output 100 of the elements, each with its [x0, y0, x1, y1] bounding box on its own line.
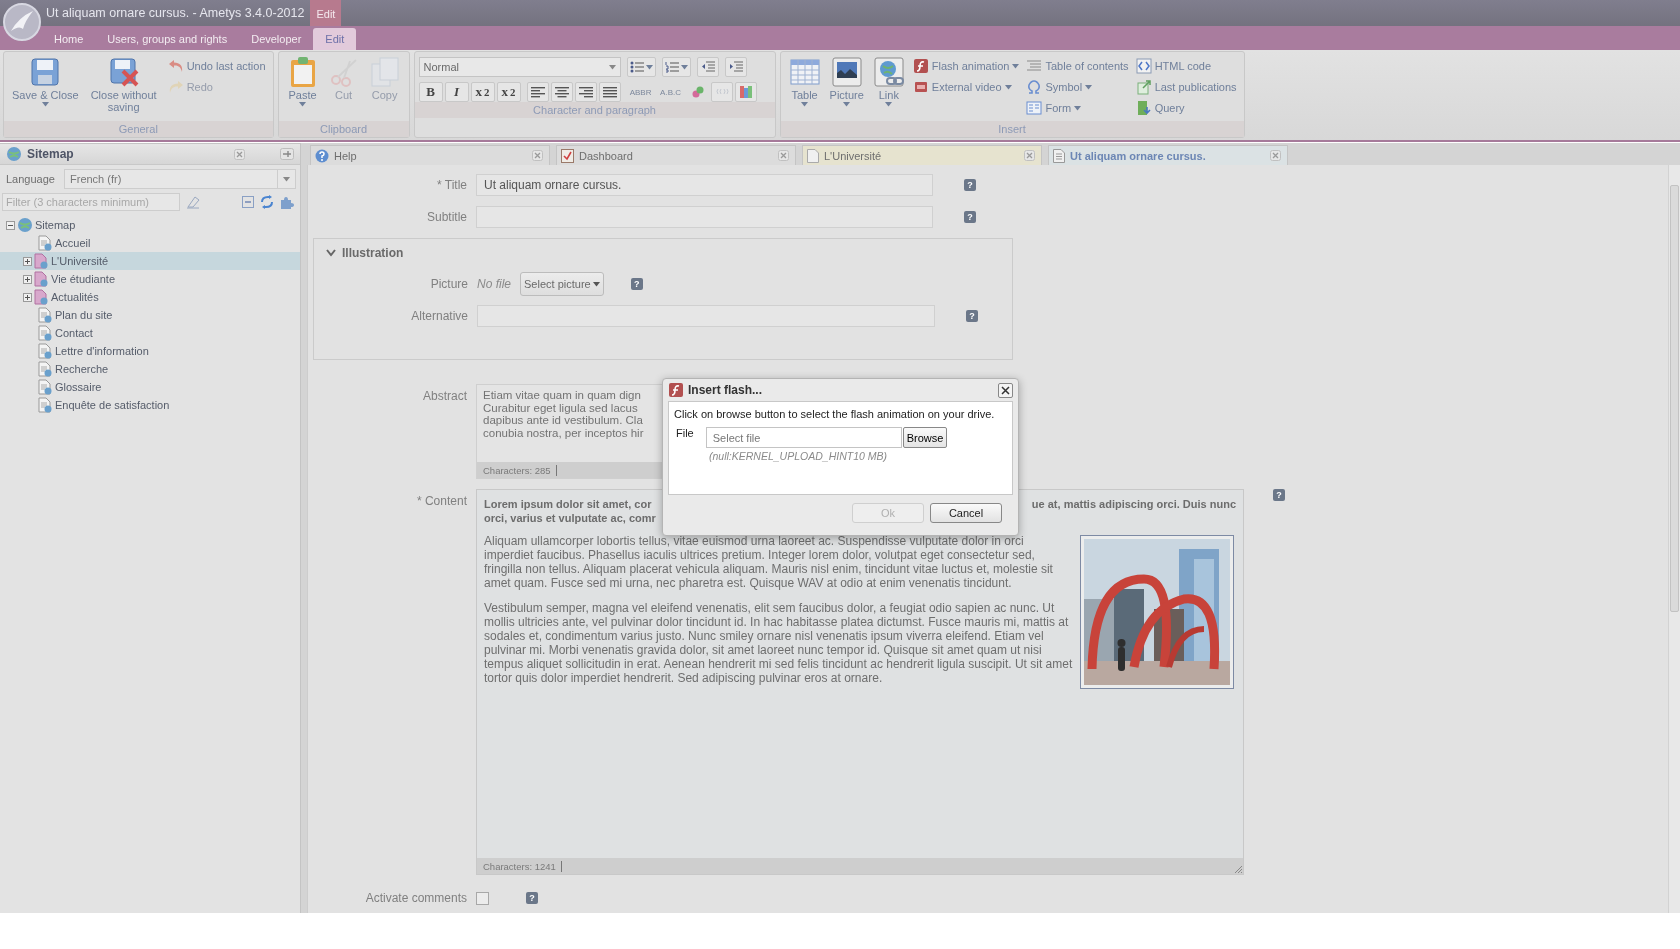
- form-icon: [1026, 100, 1043, 116]
- close-icon: [1024, 150, 1035, 161]
- tree-item[interactable]: Glossaire: [0, 378, 300, 396]
- page-icon: [38, 397, 53, 413]
- ribbon-button[interactable]: Table of contents: [1024, 56, 1131, 76]
- logo-icon: [3, 3, 41, 41]
- field-label: Subtitle: [426, 210, 467, 224]
- ribbon-button[interactable]: Close without saving: [84, 55, 163, 121]
- document-tab[interactable]: L'Université: [802, 145, 1042, 165]
- collapse-icon: [242, 196, 254, 208]
- align-left-button[interactable]: [526, 82, 549, 102]
- dialog-title: Insert flash...: [688, 383, 764, 397]
- align-right-icon: [578, 86, 593, 98]
- ribbon-button[interactable]: Paste: [283, 55, 322, 121]
- caret-icon: [283, 176, 290, 182]
- query-icon: [1135, 100, 1152, 116]
- scrollbar[interactable]: [1668, 165, 1680, 913]
- align-right-button[interactable]: [574, 82, 597, 102]
- language-select[interactable]: French (fr): [64, 169, 296, 189]
- ribbon-button[interactable]: Undo last action: [165, 56, 268, 76]
- film-icon: [912, 79, 929, 95]
- tree-item[interactable]: Recherche: [0, 360, 300, 378]
- tree-item[interactable]: Contact: [0, 324, 300, 342]
- character-counter: Characters: 1241: [483, 860, 562, 872]
- ribbon-button[interactable]: Table: [785, 55, 824, 121]
- ribbon-button[interactable]: Flash animation: [910, 56, 1022, 76]
- ribbon-button[interactable]: Query: [1133, 98, 1239, 118]
- dialog-button[interactable]: Cancel: [930, 503, 1002, 523]
- text-line: dapibus ante id vestibulum. Cla: [483, 414, 643, 427]
- document-tab[interactable]: Dashboard: [556, 145, 796, 165]
- tree-item[interactable]: L'Université: [0, 252, 300, 270]
- text-line: ue at, mattis adipiscing orci. Duis nunc: [1031, 497, 1236, 512]
- paragraph: Aliquam ullamcorper lobortis tellus, vitae euismod urna laoreet ac. Suspendisse vulputate dolor in orci imperdiet faucibus. Phasellus iaculis ultrices pretium. Integer lorem dolor, volutpat eget consectetur sed, fringilla non tellus. Aliquam placerat vehicula aliquam. Mauris nisl enim, tincidunt vitae luctus et, molestie sit amet quam. Fusce sed mi urna, nec pharetra est. Quisque WAV at odio at enim venenatis tincidunt.: [484, 534, 1054, 590]
- align-center-button[interactable]: [550, 82, 573, 102]
- ribbon-button[interactable]: External video: [910, 77, 1022, 97]
- resize-grip-icon: [1234, 865, 1243, 874]
- indent-button[interactable]: [724, 57, 747, 77]
- filter-field[interactable]: Filter (3 characters minimum): [2, 193, 180, 211]
- close-icon: [778, 150, 789, 161]
- publications-icon: [1135, 79, 1152, 95]
- picture-frame-icon: [830, 56, 863, 88]
- caret-icon: [645, 64, 653, 70]
- checkbox[interactable]: [476, 891, 489, 905]
- menu-tab[interactable]: Edit: [313, 28, 357, 50]
- paragraph: Vestibulum semper, magna vel eleifend venenatis, elit sem faucibus dolor, a feugiat odio sapien ac nunc. Ut mollis ultricies ante, vel pulvinar dolor tincidunt id. In hac habitasse platea dictumst. Fusce mauris mi, mattis at sodales et, condimentum varius justo. Nunc smiley ornare nisl venenatis ipsum viverra eleifend. Etiam vel pulvinar mi. Morbi venenatis gravida dolor, sit amet laoreet nunc tempor id. Quisque sit amet quam ut nisi tempus aliquet sollicitudin in erat. Aenean hendrerit mi sed felis tincidunt ac hendrerit ligula suscipit. Ut sit amet tortor quis dolor imperdiet hendrerit. Sed adipiscing pulvinar eros at ornare.: [484, 601, 1074, 685]
- ribbon-button[interactable]: Save & Close: [9, 55, 82, 121]
- ribbon-button[interactable]: HTML code: [1133, 56, 1239, 76]
- ribbon-button[interactable]: Form: [1024, 98, 1131, 118]
- ribbon-button[interactable]: Picture: [826, 55, 867, 121]
- tree-item[interactable]: Lettre d'information: [0, 342, 300, 360]
- group-label: Character and paragraph: [414, 102, 775, 118]
- text-line: conubia nostra, per inceptos hir: [483, 426, 644, 439]
- help-icon: ?: [1273, 489, 1285, 501]
- menu-tab[interactable]: Developer: [239, 28, 314, 50]
- tree-item[interactable]: Sitemap: [0, 216, 300, 234]
- globe-icon: [6, 146, 22, 162]
- globe-chain-icon: [872, 56, 905, 88]
- text-line: Lorem ipsum dolor sit amet, cor: [484, 497, 653, 511]
- file-field[interactable]: Select file: [705, 427, 902, 448]
- caret-icon: [608, 64, 616, 70]
- eraser-icon: [186, 195, 200, 209]
- floppy-disk-cross-icon: [107, 56, 140, 88]
- outdent-button[interactable]: [696, 57, 719, 77]
- numbered-list-button[interactable]: [661, 57, 691, 77]
- character-counter: Characters: 285: [483, 464, 557, 476]
- field-label: File: [676, 427, 694, 439]
- ribbon-button[interactable]: Last publications: [1133, 77, 1239, 97]
- tree-item[interactable]: Accueil: [0, 234, 300, 252]
- close-button[interactable]: [998, 382, 1013, 398]
- document-tab[interactable]: Help: [310, 145, 550, 165]
- tree-item[interactable]: Plan du site: [0, 306, 300, 324]
- bullet-list-icon: [629, 61, 644, 73]
- bullet-list-button[interactable]: [626, 57, 656, 77]
- help-icon: ?: [630, 278, 643, 290]
- document-tab[interactable]: Ut aliquam ornare cursus.: [1048, 145, 1288, 165]
- tree-item[interactable]: Actualités: [0, 288, 300, 306]
- browse-button[interactable]: Browse: [902, 427, 948, 448]
- format-button[interactable]: I: [444, 82, 469, 102]
- menu-tab[interactable]: Home: [42, 28, 96, 50]
- format-button[interactable]: B: [418, 82, 443, 102]
- outdent-icon: [700, 61, 715, 73]
- tree-item[interactable]: Vie étudiante: [0, 270, 300, 288]
- close-icon: [1270, 150, 1281, 161]
- justify-button[interactable]: [598, 82, 621, 102]
- menu-tab[interactable]: Users, groups and rights: [95, 28, 240, 50]
- tree-item[interactable]: Enquête de satisfaction: [0, 396, 300, 414]
- select-picture-button[interactable]: Select picture: [520, 272, 604, 296]
- content-editor[interactable]: [476, 489, 1244, 875]
- ribbon-button[interactable]: Symbol: [1024, 77, 1131, 97]
- close-icon: [532, 150, 543, 161]
- align-center-icon: [554, 86, 569, 98]
- page-icon: [807, 148, 819, 163]
- numbered-list-icon: [664, 61, 679, 73]
- align-left-icon: [530, 86, 545, 98]
- symbol-icon: [1026, 79, 1043, 95]
- style-select[interactable]: Normal: [418, 57, 621, 77]
- pin-icon: [280, 148, 294, 160]
- text-field[interactable]: Ut aliquam ornare cursus.: [476, 174, 933, 196]
- ribbon-button[interactable]: Link: [869, 55, 908, 121]
- puzzle-icon: [280, 195, 294, 209]
